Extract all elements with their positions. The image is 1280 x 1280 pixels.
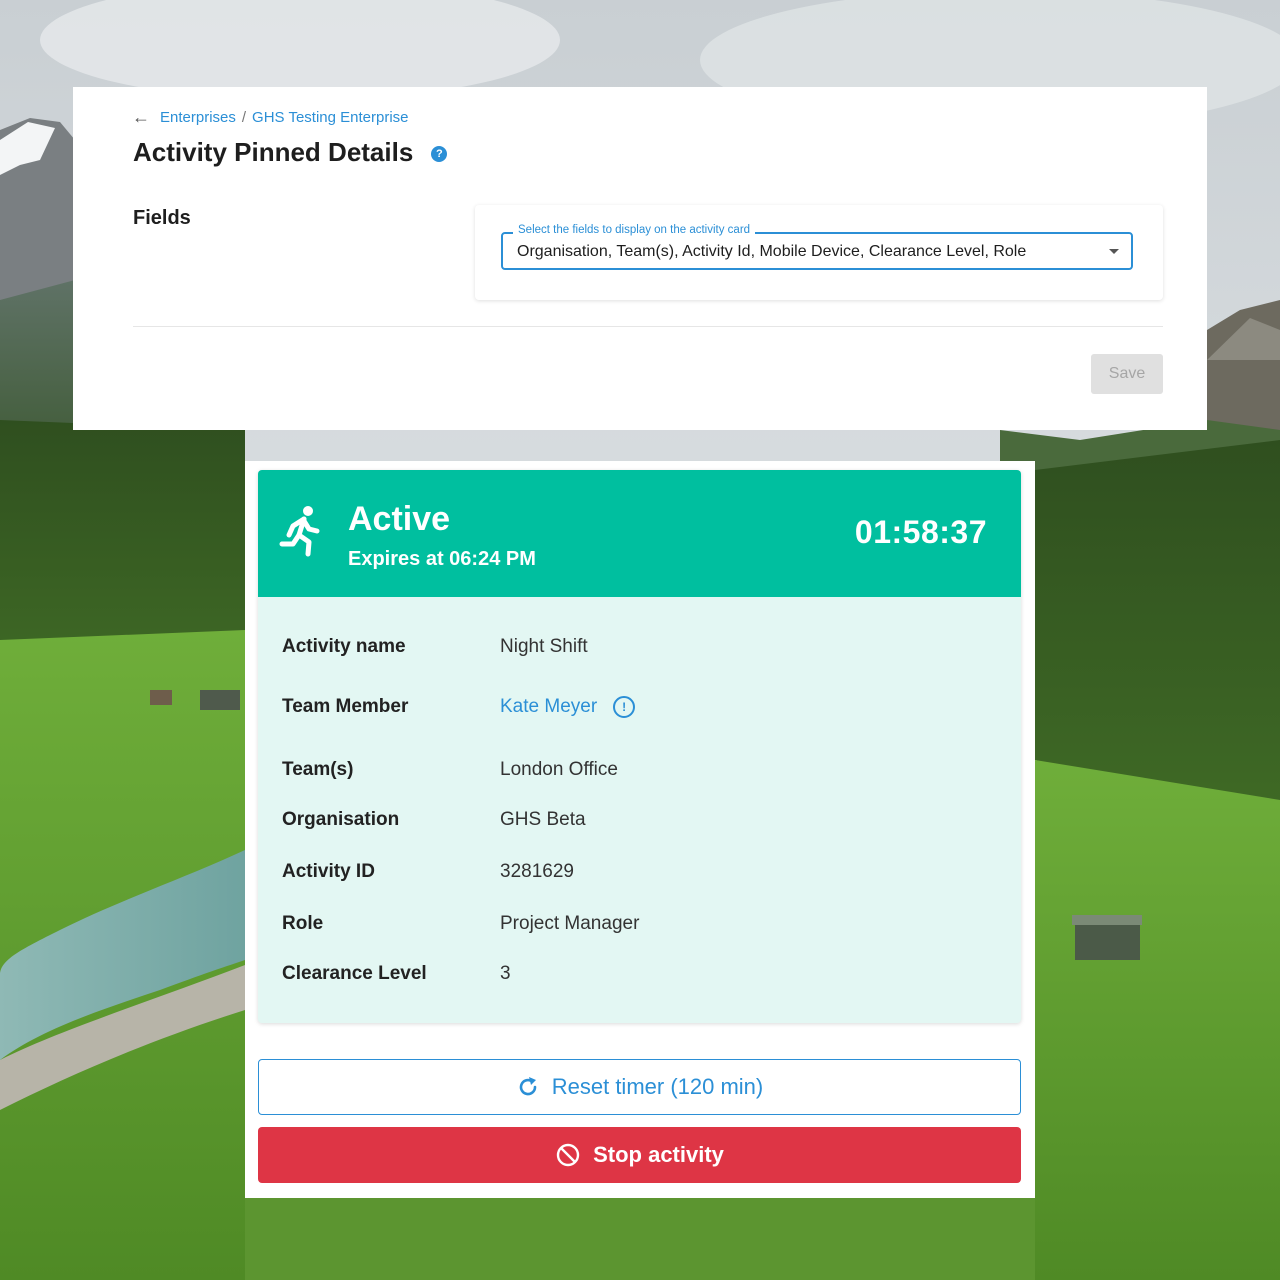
team-member-link[interactable]: Kate Meyer bbox=[500, 696, 597, 718]
settings-panel: ← Enterprises / GHS Testing Enterprise A… bbox=[73, 87, 1207, 430]
running-person-icon bbox=[279, 506, 320, 557]
fields-select-legend: Select the fields to display on the acti… bbox=[513, 224, 756, 236]
breadcrumb-link-enterprises[interactable]: Enterprises bbox=[160, 109, 236, 126]
breadcrumb-separator: / bbox=[241, 108, 247, 126]
reset-timer-button[interactable]: Reset timer (120 min) bbox=[258, 1059, 1021, 1115]
detail-label: Role bbox=[282, 913, 324, 934]
detail-value: GHS Beta bbox=[500, 809, 586, 830]
caret-down-icon[interactable] bbox=[1109, 249, 1119, 254]
detail-label: Clearance Level bbox=[282, 963, 427, 984]
detail-row-teams: Team(s) London Office bbox=[258, 759, 1021, 789]
status-header: Active Expires at 06:24 PM 01:58:37 bbox=[258, 470, 1021, 597]
exclamation-circle-icon[interactable]: ! bbox=[613, 696, 636, 718]
detail-label: Team(s) bbox=[282, 759, 354, 780]
reset-timer-label: Reset timer (120 min) bbox=[551, 1074, 764, 1099]
activity-card: Active Expires at 06:24 PM 01:58:37 Acti… bbox=[258, 470, 1021, 1023]
stop-activity-label: Stop activity bbox=[593, 1142, 724, 1167]
divider bbox=[133, 326, 1163, 327]
breadcrumb-link-enterprise[interactable]: GHS Testing Enterprise bbox=[252, 109, 408, 126]
breadcrumb: ← Enterprises / GHS Testing Enterprise bbox=[132, 107, 409, 127]
team-member-value: Kate Meyer ! bbox=[500, 696, 636, 718]
detail-value: 3 bbox=[500, 963, 511, 984]
detail-row-organisation: Organisation GHS Beta bbox=[258, 809, 1021, 839]
save-button[interactable]: Save bbox=[1091, 354, 1163, 394]
activity-card-frame: Active Expires at 06:24 PM 01:58:37 Acti… bbox=[245, 461, 1035, 1198]
status-expiry: Expires at 06:24 PM bbox=[348, 548, 536, 570]
detail-label: Activity name bbox=[282, 636, 406, 657]
detail-value: 3281629 bbox=[500, 861, 574, 882]
fields-select-value: Organisation, Team(s), Activity Id, Mobi… bbox=[517, 243, 1027, 260]
detail-value: London Office bbox=[500, 759, 618, 780]
detail-row-clearance-level: Clearance Level 3 bbox=[258, 963, 1021, 993]
prohibited-icon bbox=[556, 1143, 580, 1167]
stop-activity-button[interactable]: Stop activity bbox=[258, 1127, 1021, 1183]
arrow-left-icon[interactable]: ← bbox=[132, 108, 150, 126]
detail-value: Project Manager bbox=[500, 913, 640, 934]
fields-select[interactable]: Select the fields to display on the acti… bbox=[501, 224, 1133, 270]
detail-value: Night Shift bbox=[500, 636, 588, 657]
status-title: Active bbox=[348, 500, 451, 538]
fields-label: Fields bbox=[133, 207, 191, 229]
detail-row-activity-name: Activity name Night Shift bbox=[258, 636, 1021, 666]
page-title-row: Activity Pinned Details ? bbox=[133, 137, 448, 168]
page-title: Activity Pinned Details bbox=[133, 137, 414, 167]
status-timer: 01:58:37 bbox=[854, 514, 987, 550]
detail-row-activity-id: Activity ID 3281629 bbox=[258, 861, 1021, 891]
detail-label: Organisation bbox=[282, 809, 400, 830]
detail-row-role: Role Project Manager bbox=[258, 913, 1021, 943]
fields-select-card: Select the fields to display on the acti… bbox=[475, 205, 1163, 300]
refresh-icon bbox=[519, 1077, 537, 1096]
detail-row-team-member: Team Member Kate Meyer ! bbox=[258, 696, 1021, 726]
detail-label: Activity ID bbox=[282, 861, 375, 882]
question-circle-icon[interactable]: ? bbox=[431, 145, 448, 162]
detail-label: Team Member bbox=[282, 696, 409, 717]
